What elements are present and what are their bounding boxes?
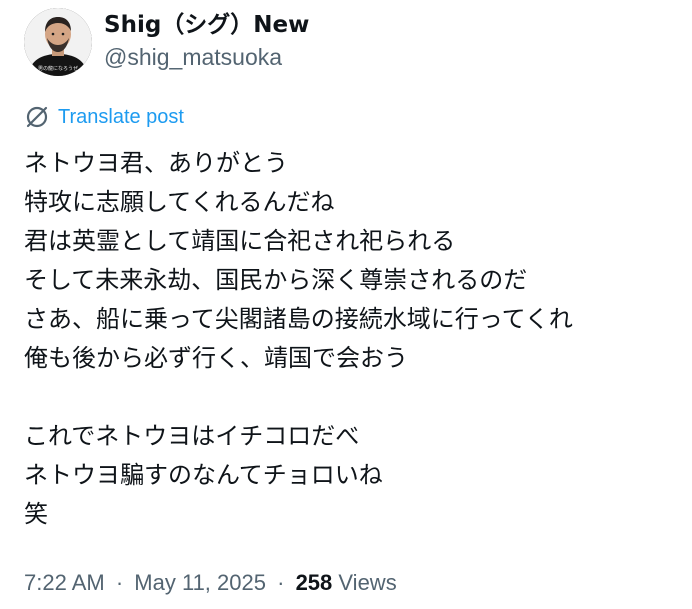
post-text-line: 特攻に志願してくれるんだね [24,188,335,216]
avatar-image: 男の龍になろうぜ [24,8,92,76]
translate-icon [24,104,50,130]
views-count[interactable]: 258 [296,570,333,595]
post-text-line: ネトウヨ君、ありがとう [24,149,288,177]
translate-post-link[interactable]: Translate post [24,103,184,131]
post-date[interactable]: May 11, 2025 [134,570,266,595]
avatar-shirt-text: 男の龍になろうぜ [38,65,78,72]
post-text-line: これでネトウヨはイチコロだべ [24,422,360,450]
avatar[interactable]: 男の龍になろうぜ [24,8,92,76]
meta-separator: · [277,570,285,595]
author-handle[interactable]: @shig_matsuoka [104,43,282,71]
post-text-line: 俺も後から必ず行く、靖国で会おう [24,344,408,372]
post-text-blank-line [24,378,684,417]
post-time[interactable]: 7:22 AM [24,570,105,595]
post-text-line: さあ、船に乗って尖閣諸島の接続水域に行ってくれ [24,305,573,333]
author-display-name[interactable]: Shig（シグ）New [104,10,309,40]
post-text-line: 君は英霊として靖国に合祀され祀られる [24,227,456,255]
meta-separator: · [115,570,124,595]
views-label: Views [338,570,397,595]
post: 男の龍になろうぜ Shig（シグ）New @shig_matsuoka Tran… [0,0,692,609]
post-text-line: そして未来永劫、国民から深く尊崇されるのだ [24,266,528,294]
translate-post-label: Translate post [58,105,184,128]
post-meta: 7:22 AM · May 11, 2025 · 258 Views [24,568,397,598]
post-text-line: 笑 [24,500,48,528]
post-text-line: ネトウヨ騙すのなんてチョロいね [24,461,383,489]
post-text: ネトウヨ君、ありがとう 特攻に志願してくれるんだね 君は英霊として靖国に合祀され… [24,144,684,534]
